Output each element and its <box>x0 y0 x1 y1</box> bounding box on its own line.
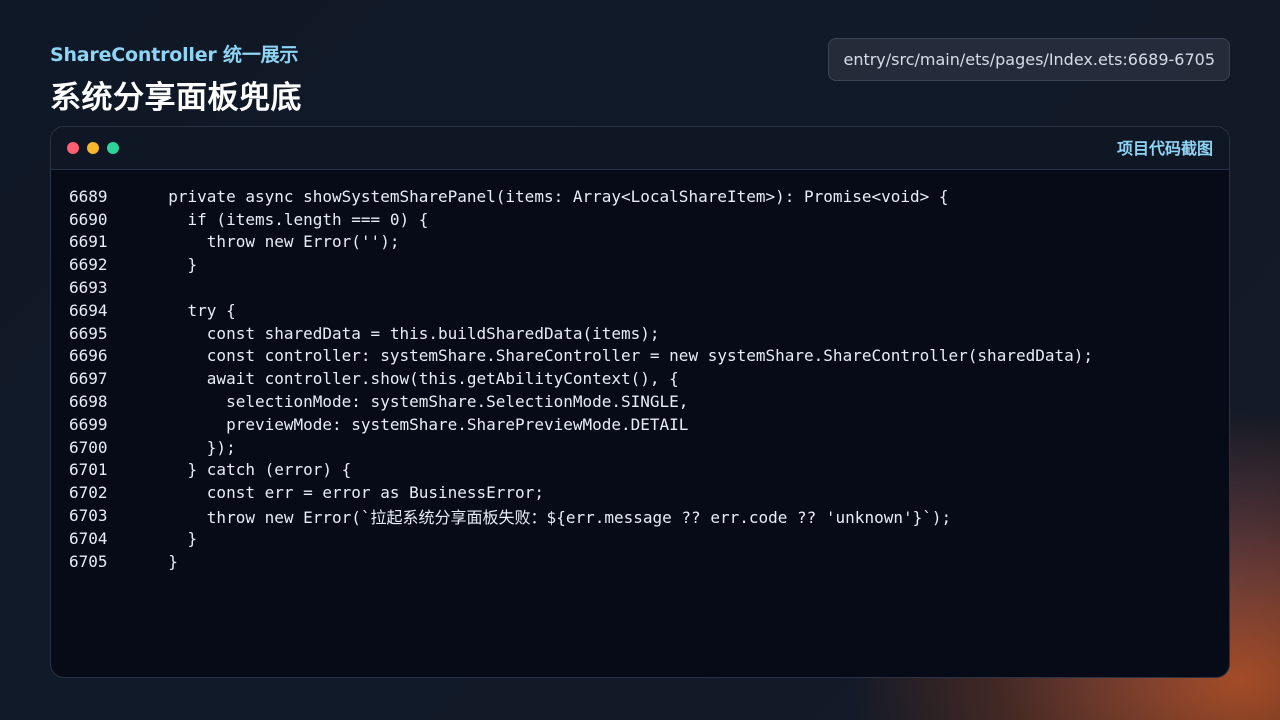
line-text: await controller.show(this.getAbilityCon… <box>149 369 679 389</box>
code-line: 6694 try { <box>51 299 1229 322</box>
code-line: 6703 throw new Error(`拉起系统分享面板失败：${err.m… <box>51 504 1229 527</box>
line-text: const controller: systemShare.ShareContr… <box>149 346 1094 366</box>
minimize-dot-icon <box>87 142 99 154</box>
code-line: 6697 await controller.show(this.getAbili… <box>51 367 1229 390</box>
line-text: } catch (error) { <box>149 460 352 480</box>
line-text: } <box>149 551 178 571</box>
code-line: 6700 }); <box>51 436 1229 459</box>
window-label: 项目代码截图 <box>1116 139 1213 158</box>
code-line: 6696 const controller: systemShare.Share… <box>51 345 1229 368</box>
maximize-dot-icon <box>107 142 119 154</box>
code-line: 6695 const sharedData = this.buildShared… <box>51 322 1229 345</box>
code-window: 项目代码截图 6689 private async showSystemShar… <box>50 126 1230 678</box>
line-text: try { <box>149 300 236 320</box>
code-line: 6705 } <box>51 550 1229 573</box>
code-line: 6689 private async showSystemSharePanel(… <box>51 185 1229 208</box>
line-number: 6689 <box>69 186 108 206</box>
code-line: 6691 throw new Error(''); <box>51 231 1229 254</box>
line-text: const err = error as BusinessError; <box>149 483 544 503</box>
line-number: 6703 <box>69 506 108 526</box>
code-line: 6704 } <box>51 527 1229 550</box>
code-line: 6699 previewMode: systemShare.SharePrevi… <box>51 413 1229 436</box>
close-dot-icon <box>67 142 79 154</box>
line-number: 6704 <box>69 528 108 548</box>
code-line: 6690 if (items.length === 0) { <box>51 208 1229 231</box>
line-number: 6695 <box>69 323 108 343</box>
code-line: 6701 } catch (error) { <box>51 459 1229 482</box>
line-number: 6698 <box>69 392 108 412</box>
file-path-badge: entry/src/main/ets/pages/Index.ets:6689-… <box>828 38 1230 81</box>
line-number: 6696 <box>69 346 108 366</box>
code-block: 6689 private async showSystemSharePanel(… <box>51 185 1229 573</box>
page-title: 系统分享面板兜底 <box>50 80 302 116</box>
line-text: selectionMode: systemShare.SelectionMode… <box>149 392 689 412</box>
line-text: if (items.length === 0) { <box>149 209 429 229</box>
window-titlebar: 项目代码截图 <box>51 127 1229 170</box>
line-number: 6693 <box>69 278 108 298</box>
line-text: }); <box>149 437 236 457</box>
code-line: 6693 <box>51 276 1229 299</box>
line-text: throw new Error(''); <box>149 232 400 252</box>
line-number: 6700 <box>69 437 108 457</box>
line-number: 6699 <box>69 414 108 434</box>
line-number: 6705 <box>69 551 108 571</box>
line-text: const sharedData = this.buildSharedData(… <box>149 323 660 343</box>
line-text: } <box>149 255 198 275</box>
line-number: 6701 <box>69 460 108 480</box>
line-number: 6692 <box>69 255 108 275</box>
line-number: 6697 <box>69 369 108 389</box>
line-text: previewMode: systemShare.SharePreviewMod… <box>149 414 689 434</box>
line-text: } <box>149 528 198 548</box>
line-number: 6702 <box>69 483 108 503</box>
header-kicker: ShareController 统一展示 <box>50 44 299 66</box>
code-line: 6702 const err = error as BusinessError; <box>51 481 1229 504</box>
code-line: 6692 } <box>51 253 1229 276</box>
line-text: throw new Error(`拉起系统分享面板失败：${err.messag… <box>149 507 952 527</box>
line-number: 6694 <box>69 300 108 320</box>
line-number: 6690 <box>69 209 108 229</box>
line-text: private async showSystemSharePanel(items… <box>149 186 949 206</box>
code-line: 6698 selectionMode: systemShare.Selectio… <box>51 390 1229 413</box>
line-number: 6691 <box>69 232 108 252</box>
